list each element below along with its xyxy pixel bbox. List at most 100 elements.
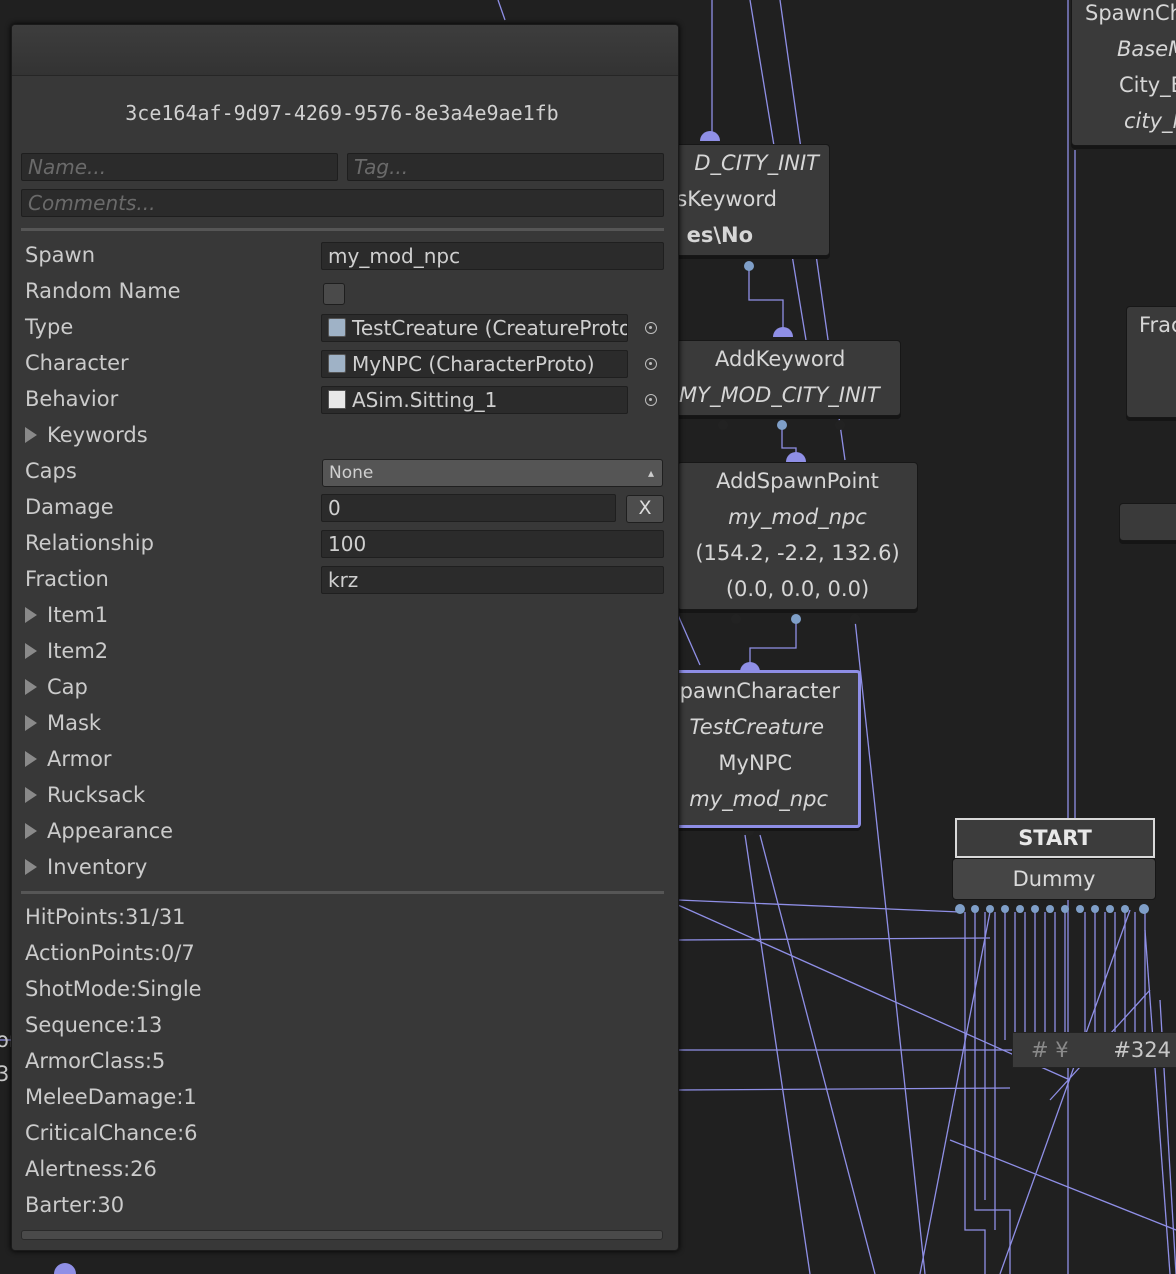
node-title: AddKeyword [715,347,846,371]
name-input[interactable] [21,153,338,181]
node-line: D_CITY_INIT [694,151,819,175]
node-dummy[interactable]: Dummy [952,858,1156,900]
node-line: MY_MOD_CITY_INIT [679,383,880,407]
foldout-appearance[interactable]: Appearance [25,819,173,843]
triangle-right-icon [25,607,37,623]
behavior-value: ASim.Sitting_1 [352,388,498,412]
foldout-rucksack[interactable]: Rucksack [25,783,145,807]
tag-input[interactable] [347,153,664,181]
foldout-label: Item2 [47,639,109,663]
relationship-field[interactable]: 100 [321,530,664,558]
unity-object-icon [328,318,346,337]
caps-value: None [329,463,374,483]
node-spawn-character[interactable]: pawnCharacter TestCreature MyNPC my_mod_… [660,670,861,828]
node-line: City_E [1119,73,1176,97]
unity-object-icon [328,354,346,373]
node-line: TestCreature [689,715,824,739]
node-line: sKeyword [676,187,777,211]
stat-armorclass: ArmorClass:5 [25,1049,166,1073]
node-title: Frac [1139,313,1176,337]
panel-header[interactable] [12,25,678,76]
fraction-field[interactable]: krz [321,566,664,594]
foldout-item1[interactable]: Item1 [25,603,108,627]
caps-label: Caps [25,459,77,483]
relationship-label: Relationship [25,531,154,555]
divider [21,228,664,231]
stat-hitpoints: HitPoints:31/31 [25,905,186,929]
node-add-keyword[interactable]: AddKeyword MY_MOD_CITY_INIT [664,340,901,416]
tag-prefix: # ¥ [1031,1038,1069,1062]
foldout-cap[interactable]: Cap [25,675,88,699]
node-line: (154.2, -2.2, 132.6) [695,541,900,565]
comments-input[interactable] [21,189,664,217]
triangle-right-icon [25,823,37,839]
foldout-inventory[interactable]: Inventory [25,855,147,879]
stat-sequence: Sequence:13 [25,1013,163,1037]
stat-alertness: Alertness:26 [25,1157,157,1181]
type-value: TestCreature (CreatureProto) [352,316,628,340]
node-line: my_mod_npc [728,505,867,529]
object-picker-icon[interactable] [645,358,657,370]
behavior-field[interactable]: ASim.Sitting_1 [321,386,628,414]
stat-actionpoints: ActionPoints:0/7 [25,941,195,965]
object-picker-icon[interactable] [645,322,657,334]
node-add-spawn-point[interactable]: AddSpawnPoint my_mod_npc (154.2, -2.2, 1… [677,462,918,610]
foldout-item2[interactable]: Item2 [25,639,108,663]
type-field[interactable]: TestCreature (CreatureProto) [321,314,628,342]
stat-meleedamage: MeleeDamage:1 [25,1085,197,1109]
character-value: MyNPC (CharacterProto) [352,352,595,376]
triangle-right-icon [25,715,37,731]
triangle-right-icon [25,859,37,875]
tag-label: #324 [1113,1038,1171,1062]
foldout-keywords[interactable]: Keywords [25,423,148,447]
type-label: Type [25,315,74,339]
triangle-right-icon [25,787,37,803]
foldout-armor[interactable]: Armor [25,747,112,771]
divider [21,891,664,894]
caps-dropdown[interactable]: None ▴ [322,459,663,487]
spawn-field[interactable]: my_mod_npc [321,242,664,270]
triangle-right-icon [25,643,37,659]
behavior-label: Behavior [25,387,119,411]
fraction-label: Fraction [25,567,109,591]
node-title: SpawnCh [1085,1,1176,25]
node-line: city_l [1124,109,1176,133]
stat-criticalchance: CriticalChance:6 [25,1121,198,1145]
node-small-right[interactable] [1119,503,1176,541]
text-asset-icon [328,390,346,409]
foldout-mask[interactable]: Mask [25,711,101,735]
node-uuid: 3ce164af-9d97-4269-9576-8e3a4e9ae1fb [125,101,559,125]
node-line: my_mod_npc [689,787,828,811]
node-title: AddSpawnPoint [716,469,879,493]
node-frac[interactable]: Frac [1126,306,1176,418]
node-tag-324[interactable]: # ¥ #324 [1012,1032,1176,1068]
foldout-label: Appearance [47,819,174,843]
damage-clear-button[interactable]: X [626,495,664,523]
offscreen-node-text: 3 [0,1062,10,1086]
foldout-label: Item1 [47,603,109,627]
triangle-right-icon [25,751,37,767]
damage-field[interactable]: 0 [321,494,616,522]
character-label: Character [25,351,129,375]
foldout-label: Keywords [47,423,148,447]
character-field[interactable]: MyNPC (CharacterProto) [321,350,628,378]
node-line: MyNPC [718,751,792,775]
horizontal-scrollbar[interactable] [21,1230,663,1240]
random-name-label: Random Name [25,279,181,303]
damage-label: Damage [25,495,114,519]
updown-arrow-icon: ▴ [647,466,654,480]
node-keyword-check[interactable]: D_CITY_INIT sKeyword es\No [664,144,830,256]
node-top-right[interactable]: SpawnCh BaseM City_E city_l [1071,0,1176,146]
stat-shotmode: ShotMode:Single [25,977,202,1001]
foldout-label: Cap [47,675,88,699]
start-label: START [955,818,1155,858]
spawn-label: Spawn [25,243,96,267]
random-name-checkbox[interactable] [323,283,345,305]
object-picker-icon[interactable] [645,394,657,406]
node-line: es\No [686,223,753,247]
node-line: BaseM [1117,37,1176,61]
foldout-label: Mask [47,711,102,735]
stat-barter: Barter:30 [25,1193,125,1217]
triangle-right-icon [25,679,37,695]
node-title: pawnCharacter [679,679,840,703]
